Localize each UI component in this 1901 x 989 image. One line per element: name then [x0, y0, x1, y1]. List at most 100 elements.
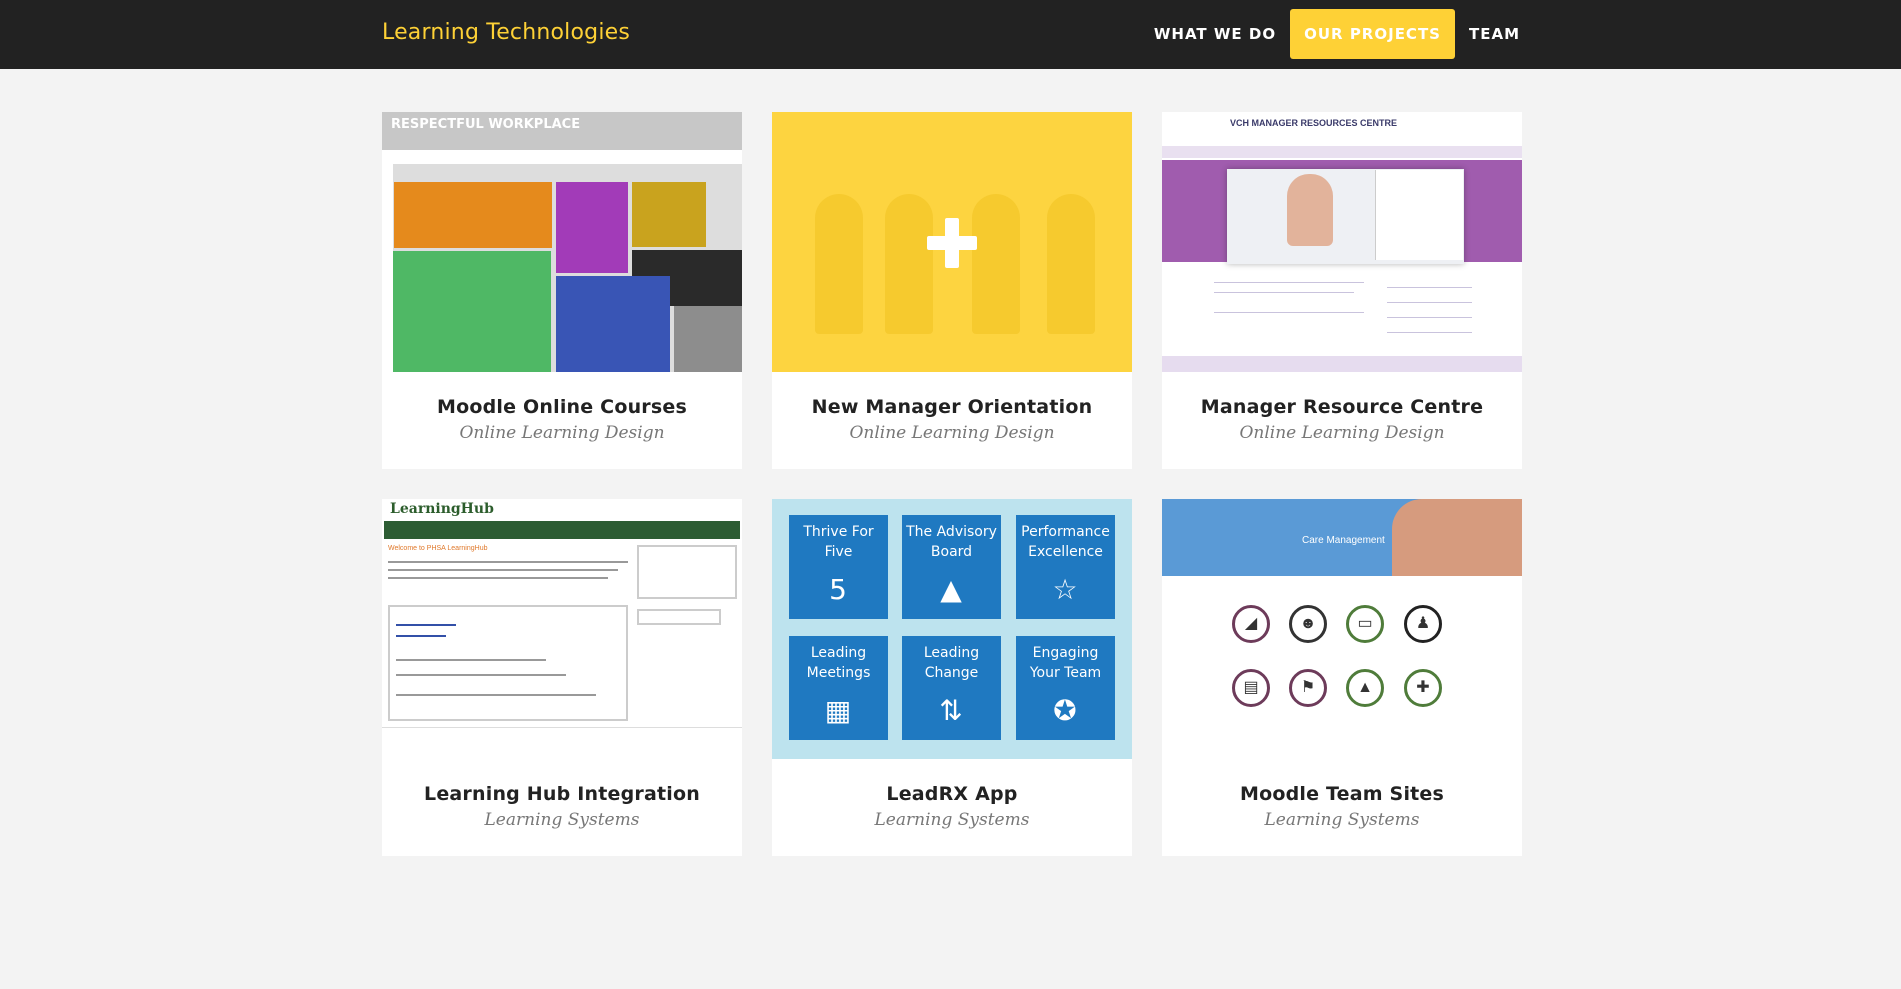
project-thumbnail[interactable]: Care Management ◢ ☻ ▭ ♟ ▤ ⚑ ▲ ✚ [1162, 499, 1522, 759]
tile-label: Performance Excellence [1021, 524, 1110, 560]
project-card-manager-resource-centre[interactable]: VCH MANAGER RESOURCES CENTRE Manager Res… [1162, 112, 1522, 469]
thumbnail-nav-strip [1162, 146, 1522, 158]
text-line [396, 659, 546, 661]
thumbnail-portrait [1287, 174, 1333, 246]
project-thumbnail[interactable]: VCH MANAGER RESOURCES CENTRE [1162, 112, 1522, 372]
thumbnail-banner: Care Management [1162, 499, 1522, 576]
project-caption: Moodle Team Sites Learning Systems [1162, 759, 1522, 856]
text-line [1387, 317, 1472, 318]
calendar-icon: ▦ [824, 694, 852, 727]
project-category: Learning Systems [874, 810, 1030, 830]
project-category: Learning Systems [484, 810, 640, 830]
plus-icon-vertical [945, 218, 959, 268]
nav-what-we-do[interactable]: WHAT WE DO [1140, 9, 1290, 59]
thumbnail-header-bar [384, 521, 740, 539]
tile-label: Leading Meetings [806, 645, 871, 681]
text-line [1387, 287, 1472, 288]
project-title: Moodle Team Sites [1239, 783, 1445, 805]
text-line [396, 694, 596, 696]
info-box [388, 605, 628, 721]
collage-tile [632, 182, 706, 247]
thumbnail-welcome: Welcome to PHSA LearningHub [388, 545, 488, 552]
person-silhouette [972, 194, 1020, 334]
graduation-cap-icon: ▲ [1346, 669, 1384, 707]
text-line [388, 577, 608, 579]
brand-link[interactable]: Learning Technologies [382, 20, 630, 45]
project-caption: LeadRX App Learning Systems [772, 759, 1132, 856]
nav-team[interactable]: TEAM [1455, 9, 1520, 59]
text-line [396, 674, 566, 676]
project-thumbnail[interactable]: Thrive For Five 5 The Advisory Board ▲ P… [772, 499, 1132, 759]
collage-tile [556, 182, 628, 273]
project-card-leadrx-app[interactable]: Thrive For Five 5 The Advisory Board ▲ P… [772, 499, 1132, 856]
clipboard-icon: ▤ [1232, 669, 1270, 707]
five-icon: 5 [829, 573, 847, 606]
advisory-logo-icon: ▲ [940, 573, 962, 606]
nav-our-projects[interactable]: OUR PROJECTS [1290, 9, 1455, 59]
app-tile-leading-meetings: Leading Meetings ▦ [789, 636, 888, 740]
text-line [1214, 282, 1364, 283]
collage-tile [556, 276, 670, 372]
book-icon: ▭ [1346, 605, 1384, 643]
thumbnail-collage [393, 164, 742, 372]
project-card-new-manager-orientation[interactable]: New Manager Orientation Online Learning … [772, 112, 1132, 469]
project-thumbnail[interactable]: RESPECTFUL WORKPLACE [382, 112, 742, 372]
text-line [388, 561, 628, 563]
project-title: New Manager Orientation [811, 396, 1093, 418]
tile-label: Leading Change [923, 645, 980, 681]
project-card-moodle-online-courses[interactable]: RESPECTFUL WORKPLACE Moodle Online Cours… [382, 112, 742, 469]
text-line [1387, 332, 1472, 333]
project-thumbnail[interactable] [772, 112, 1132, 372]
project-caption: Manager Resource Centre Online Learning … [1162, 372, 1522, 469]
text-line [1214, 312, 1364, 313]
project-category: Online Learning Design [459, 423, 665, 443]
project-category: Online Learning Design [849, 423, 1055, 443]
text-line [1387, 302, 1472, 303]
login-box [637, 545, 737, 599]
person-silhouette [885, 194, 933, 334]
star-icon: ☆ [1052, 573, 1078, 606]
main-nav: WHAT WE DO OUR PROJECTS TEAM [1140, 9, 1520, 59]
person-silhouette [815, 194, 863, 334]
link-line [396, 635, 446, 637]
project-title: Manager Resource Centre [1200, 396, 1484, 418]
thumbnail-footer [1162, 356, 1522, 372]
project-title: Moodle Online Courses [437, 396, 687, 418]
thumbnail-heading: RESPECTFUL WORKPLACE [382, 112, 742, 150]
text-line [1214, 292, 1354, 293]
group-icon: ☻ [1289, 605, 1327, 643]
app-tile-engaging-your-team: Engaging Your Team ✪ [1016, 636, 1115, 740]
app-tile-advisory-board: The Advisory Board ▲ [902, 515, 1001, 619]
partner-logos [382, 727, 742, 759]
thumbnail-logo: LearningHub [390, 501, 494, 517]
shield-icon: ✚ [1404, 669, 1442, 707]
project-title: Learning Hub Integration [424, 783, 700, 805]
badge-icon: ✪ [1053, 694, 1077, 727]
arrows-icon: ⇅ [939, 694, 963, 727]
project-category: Online Learning Design [1239, 423, 1445, 443]
person-silhouette [1047, 194, 1095, 334]
thumbnail-hand-photo [1392, 499, 1522, 576]
stairs-icon: ⚑ [1289, 669, 1327, 707]
tile-label: The Advisory Board [906, 524, 997, 560]
app-tile-leading-change: Leading Change ⇅ [902, 636, 1001, 740]
project-title: LeadRX App [886, 783, 1018, 805]
project-thumbnail[interactable]: LearningHub Welcome to PHSA LearningHub [382, 499, 742, 759]
app-tile-performance-excellence: Performance Excellence ☆ [1016, 515, 1115, 619]
text-line [388, 569, 618, 571]
project-caption: New Manager Orientation Online Learning … [772, 372, 1132, 469]
project-category: Learning Systems [1264, 810, 1420, 830]
project-card-learning-hub-integration[interactable]: LearningHub Welcome to PHSA LearningHub … [382, 499, 742, 856]
top-navbar: Learning Technologies WHAT WE DO OUR PRO… [0, 0, 1901, 69]
signup-button-preview [637, 609, 721, 625]
link-line [396, 624, 456, 626]
thumbnail-side-menu [1375, 170, 1463, 260]
tile-label: Thrive For Five [803, 524, 874, 560]
project-card-moodle-team-sites[interactable]: Care Management ◢ ☻ ▭ ♟ ▤ ⚑ ▲ ✚ Moodle T… [1162, 499, 1522, 856]
person-icon: ♟ [1404, 605, 1442, 643]
collage-tile [393, 251, 551, 372]
collage-tile [394, 182, 552, 248]
app-tile-thrive-for-five: Thrive For Five 5 [789, 515, 888, 619]
thumbnail-heading: VCH MANAGER RESOURCES CENTRE [1230, 118, 1398, 128]
tile-label: Engaging Your Team [1029, 645, 1102, 681]
